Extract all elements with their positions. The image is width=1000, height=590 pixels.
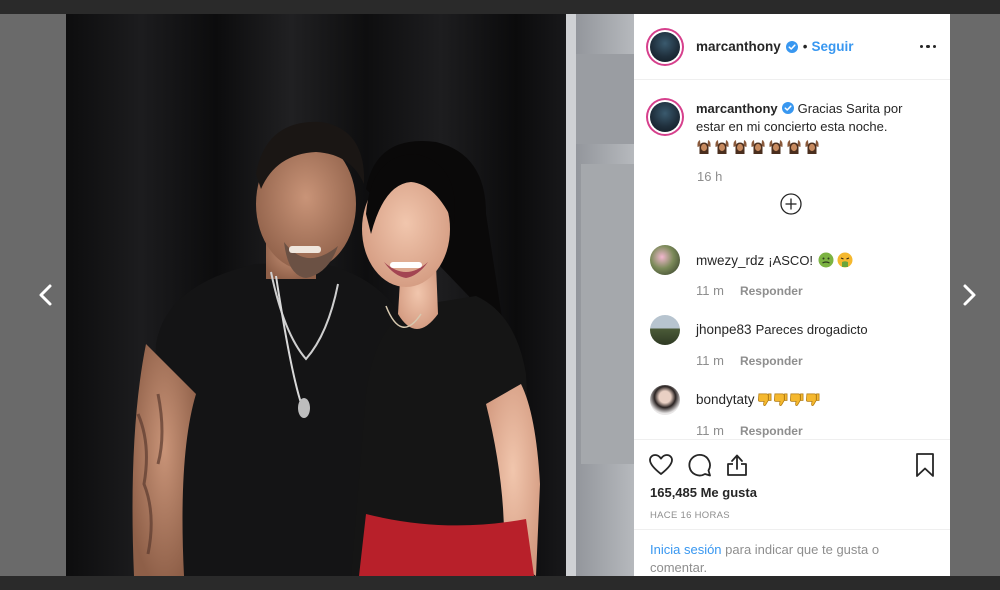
post-actions: 165,485 Me gusta HACE 16 HORAS Inicia se… (634, 439, 950, 576)
action-icons-row (648, 452, 938, 478)
author-avatar[interactable] (646, 27, 684, 66)
comment-body: ¡ASCO! (768, 252, 814, 268)
next-post-button[interactable] (957, 283, 981, 307)
separator-dot: • (802, 39, 808, 54)
thumbs-down-emojis (757, 392, 820, 407)
comment-time: 11 m (696, 423, 724, 438)
comment-time: 11 m (696, 283, 724, 298)
commenter-username[interactable]: jhonpe83 (696, 322, 752, 337)
comment-text: mwezy_rdz ¡ASCO! (696, 252, 853, 268)
raised-hands-person-icon (715, 140, 729, 154)
post-image (66, 14, 634, 576)
post-header: marcanthony • Seguir (634, 14, 950, 80)
share-icon[interactable] (724, 452, 750, 478)
more-dot (919, 44, 923, 49)
top-dim-strip (0, 0, 1000, 14)
post-details-panel: marcanthony • Seguir marcanthony Gracias … (634, 14, 950, 576)
comment-text: bondytaty (696, 392, 820, 407)
reply-button[interactable]: Responder (740, 424, 803, 438)
comment-text: jhonpe83 Pareces drogadicto (696, 322, 868, 337)
post-timestamp[interactable]: HACE 16 HORAS (650, 510, 730, 521)
caption-emojis (696, 138, 931, 154)
previous-post-button[interactable] (34, 283, 58, 307)
more-dot (932, 44, 936, 49)
raised-hands-person-icon (751, 140, 765, 154)
follow-button[interactable]: Seguir (812, 39, 854, 54)
raised-hands-person-icon (769, 140, 783, 154)
thumbs-down-icon (757, 393, 771, 406)
commenter-username[interactable]: mwezy_rdz (696, 253, 764, 268)
comment-time: 11 m (696, 353, 724, 368)
chevron-right-icon (963, 284, 976, 306)
commenter-avatar[interactable] (650, 245, 680, 275)
face-vomiting-icon (837, 252, 853, 268)
heart-icon[interactable] (648, 452, 674, 478)
login-prompt: Inicia sesión para indicar que te gusta … (634, 529, 950, 577)
raised-hands-person-icon (697, 140, 711, 154)
raised-hands-person-icon (733, 140, 747, 154)
author-username-link[interactable]: marcanthony (696, 39, 781, 54)
bottom-dim-strip (0, 576, 1000, 590)
raised-hands-person-icon (787, 140, 801, 154)
chevron-left-icon (39, 284, 52, 306)
caption-time: 16 h (697, 169, 723, 184)
likes-count[interactable]: 165,485 Me gusta (650, 485, 757, 500)
reply-button[interactable]: Responder (740, 284, 803, 298)
load-more-comments-icon[interactable] (780, 193, 802, 215)
thumbs-down-icon (789, 393, 803, 406)
comment-meta: 11 m Responder (696, 353, 803, 368)
comments-section[interactable]: marcanthony Gracias Sarita por estar en m… (634, 81, 950, 439)
nauseated-face-icon (818, 252, 834, 268)
comment-body: Pareces drogadicto (755, 322, 868, 337)
more-dot (926, 44, 930, 49)
comment-meta: 11 m Responder (696, 423, 803, 438)
bookmark-icon[interactable] (912, 452, 938, 478)
raised-hands-person-icon (805, 140, 819, 154)
login-link[interactable]: Inicia sesión (650, 542, 722, 557)
caption-text: marcanthony Gracias Sarita por estar en m… (696, 100, 931, 154)
verified-badge-icon (781, 102, 794, 114)
verified-badge-icon (785, 40, 798, 53)
caption-avatar[interactable] (646, 98, 684, 136)
thumbs-down-icon (805, 393, 819, 406)
commenter-username[interactable]: bondytaty (696, 392, 755, 407)
commenter-avatar[interactable] (650, 315, 680, 345)
thumbs-down-icon (773, 393, 787, 406)
caption-avatar-image (650, 102, 680, 132)
reply-button[interactable]: Responder (740, 354, 803, 368)
comment-icon[interactable] (686, 452, 712, 478)
header-user-info: marcanthony • Seguir (696, 39, 854, 54)
caption-username-link[interactable]: marcanthony (696, 101, 778, 116)
author-avatar-image (650, 31, 680, 62)
comment-meta: 11 m Responder (696, 283, 803, 298)
commenter-avatar[interactable] (650, 385, 680, 415)
post-photo[interactable] (66, 14, 634, 576)
more-options-button[interactable] (919, 41, 936, 53)
